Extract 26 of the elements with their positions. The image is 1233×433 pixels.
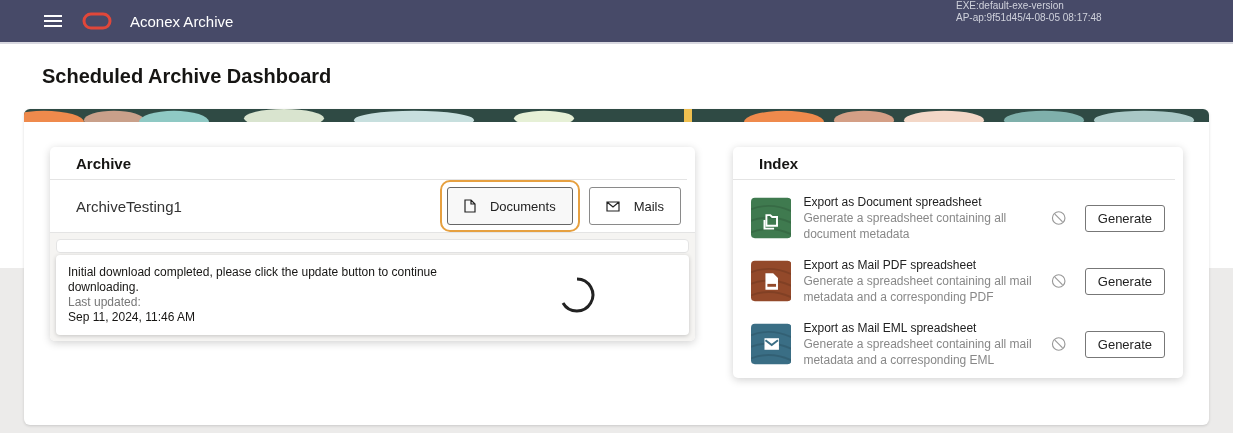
last-updated-value: Sep 11, 2024, 11:46 AM	[68, 310, 196, 325]
unavailable-icon	[1051, 273, 1067, 289]
export-description: Generate a spreadsheet containing all mail metadata and a corresponding PDF	[803, 273, 1033, 305]
export-title: Export as Document spreadsheet	[803, 194, 983, 210]
generate-button[interactable]: Generate	[1084, 330, 1165, 358]
mail-icon	[605, 200, 620, 212]
export-description: Generate a spreadsheet containing all mail metadata and a corresponding EML	[803, 336, 1033, 368]
last-updated-label: Last updated:	[68, 295, 142, 310]
document-icon	[463, 199, 476, 213]
menu-icon[interactable]	[44, 14, 62, 28]
logo-icon	[82, 12, 112, 30]
panel-title: Index	[733, 147, 1175, 180]
version-text: EXE:default-exe-version	[956, 0, 1065, 12]
unavailable-icon	[1051, 210, 1067, 226]
export-title: Export as Mail PDF spreadsheet	[803, 257, 978, 273]
export-title: Export as Mail EML spreadsheet	[803, 320, 978, 336]
archive-name: ArchiveTesting1	[76, 197, 182, 215]
export-description: Generate a spreadsheet containing all document metadata	[803, 210, 1008, 242]
generate-button[interactable]: Generate	[1084, 267, 1165, 295]
generate-button[interactable]: Generate	[1084, 204, 1165, 232]
page-title: Scheduled Archive Dashboard	[41, 64, 333, 88]
status-message: Initial download completed, please click the update button to continue downloading.	[68, 265, 438, 295]
app-title: Aconex Archive	[130, 12, 234, 30]
mails-button[interactable]: Mails	[588, 187, 681, 225]
version-text: AP-ap:9f51d45/4-08-05 08:17:48	[956, 12, 1102, 24]
unavailable-icon	[1051, 336, 1067, 352]
